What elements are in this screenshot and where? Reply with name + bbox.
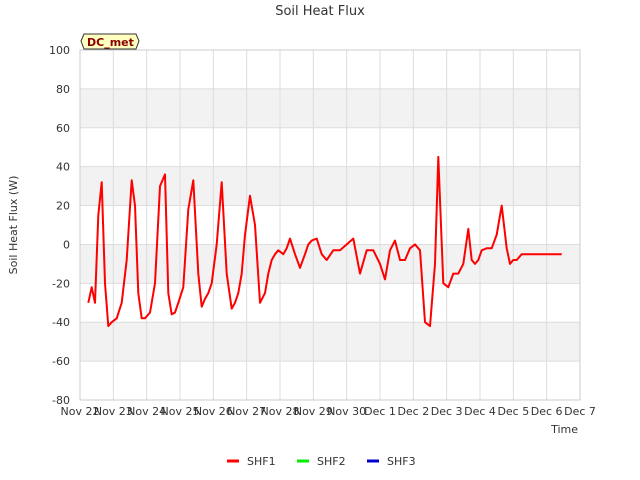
y-tick-label: -20 <box>52 277 70 290</box>
y-tick-label: 20 <box>56 200 70 213</box>
x-tick-label: Dec 1 <box>364 405 396 418</box>
x-tick-label: Dec 2 <box>397 405 429 418</box>
plot-band <box>80 322 580 362</box>
x-axis-label: Time <box>550 423 578 436</box>
plot-band <box>80 166 580 206</box>
x-tick-label: Dec 4 <box>464 405 496 418</box>
y-tick-label: 80 <box>56 83 70 96</box>
y-tick-label: 40 <box>56 161 70 174</box>
x-tick-label: Dec 3 <box>431 405 463 418</box>
chart-legend: SHF1 SHF2 SHF3 <box>227 455 416 468</box>
x-tick-label: Nov 30 <box>327 405 366 418</box>
legend-label-shf1: SHF1 <box>247 455 276 468</box>
y-tick-label: 100 <box>49 44 70 57</box>
y-tick-label: 60 <box>56 122 70 135</box>
legend-label-shf3: SHF3 <box>387 455 416 468</box>
y-tick-label: -60 <box>52 355 70 368</box>
y-tick-label: 0 <box>63 238 70 251</box>
plot-band <box>80 88 580 128</box>
y-axis-label: Soil Heat Flux (W) <box>7 176 20 275</box>
x-axis-ticks: Nov 22Nov 23Nov 24Nov 25Nov 26Nov 27Nov … <box>61 405 596 418</box>
x-tick-label: Dec 7 <box>564 405 596 418</box>
y-tick-label: -40 <box>52 316 70 329</box>
legend-label-shf2: SHF2 <box>317 455 346 468</box>
plot-bands <box>80 50 580 400</box>
x-tick-label: Dec 5 <box>497 405 529 418</box>
dc-met-badge: DC_met <box>80 33 140 50</box>
chart-title: Soil Heat Flux <box>275 4 365 19</box>
badge-label: DC_met <box>87 36 134 49</box>
soil-heat-flux-chart: -80-60-40-20020406080100 Nov 22Nov 23Nov… <box>0 0 640 480</box>
x-tick-label: Dec 6 <box>531 405 563 418</box>
